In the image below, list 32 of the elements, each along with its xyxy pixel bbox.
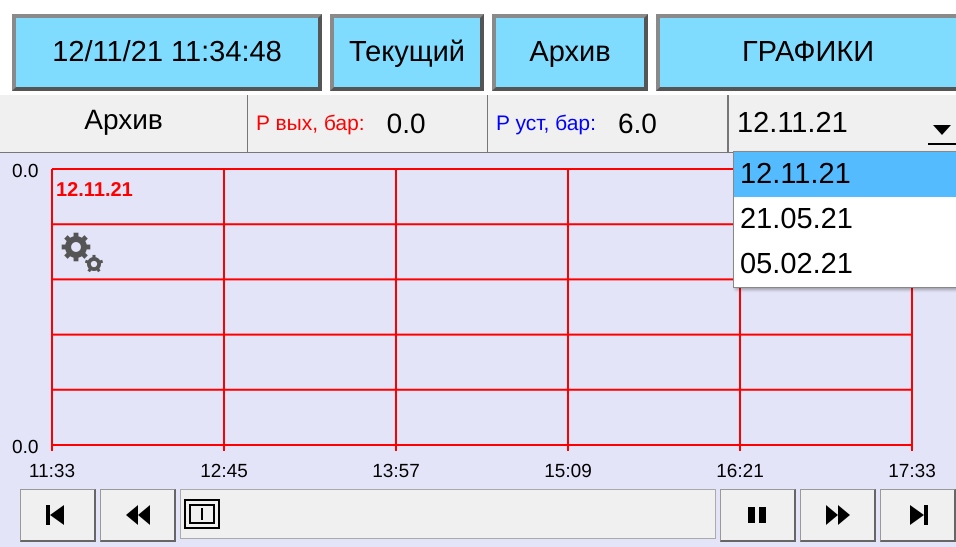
first-button[interactable] — [20, 489, 96, 542]
pause-button[interactable] — [720, 489, 796, 542]
y-axis-label: 0.0 — [12, 161, 38, 182]
nav-button[interactable]: ГРАФИКИ — [656, 14, 956, 91]
nav-button[interactable]: Текущий — [330, 14, 484, 91]
x-axis-label: 15:09 — [544, 461, 592, 482]
reading-label: P уст, бар: — [496, 110, 596, 137]
dropdown-option[interactable]: 21.05.21 — [734, 197, 956, 242]
chart-date-label: 12.11.21 — [56, 179, 133, 201]
x-axis-label: 13:57 — [372, 461, 420, 482]
reading-label: P вых, бар: — [256, 110, 365, 137]
fast-forward-button[interactable] — [800, 489, 876, 542]
rewind-button[interactable] — [100, 489, 176, 542]
dropdown-option[interactable]: 05.02.21 — [734, 242, 956, 287]
reading-value: 0.0 — [386, 106, 426, 140]
dropdown-caret-icon[interactable] — [933, 125, 951, 135]
x-axis-label: 11:33 — [28, 461, 76, 482]
x-axis-label: 16:21 — [716, 461, 764, 482]
mode-label: Архив — [0, 95, 248, 152]
last-button[interactable] — [880, 489, 956, 542]
y-axis-label: 0.0 — [12, 437, 38, 458]
x-axis-label: 17:33 — [888, 461, 936, 482]
scroll-thumb-icon[interactable] — [184, 499, 220, 529]
reading-value: 6.0 — [618, 106, 657, 140]
rewind-icon[interactable] — [124, 503, 152, 527]
scroll-track[interactable] — [180, 489, 716, 539]
dropdown-option[interactable]: 12.11.21 — [734, 152, 956, 197]
x-axis-label: 12:45 — [200, 461, 248, 482]
datetime-display: 12/11/21 11:34:48 — [12, 14, 322, 91]
fast-forward-icon[interactable] — [824, 503, 852, 527]
nav-button[interactable]: Архив — [492, 14, 648, 91]
gears-icon[interactable] — [62, 232, 104, 272]
